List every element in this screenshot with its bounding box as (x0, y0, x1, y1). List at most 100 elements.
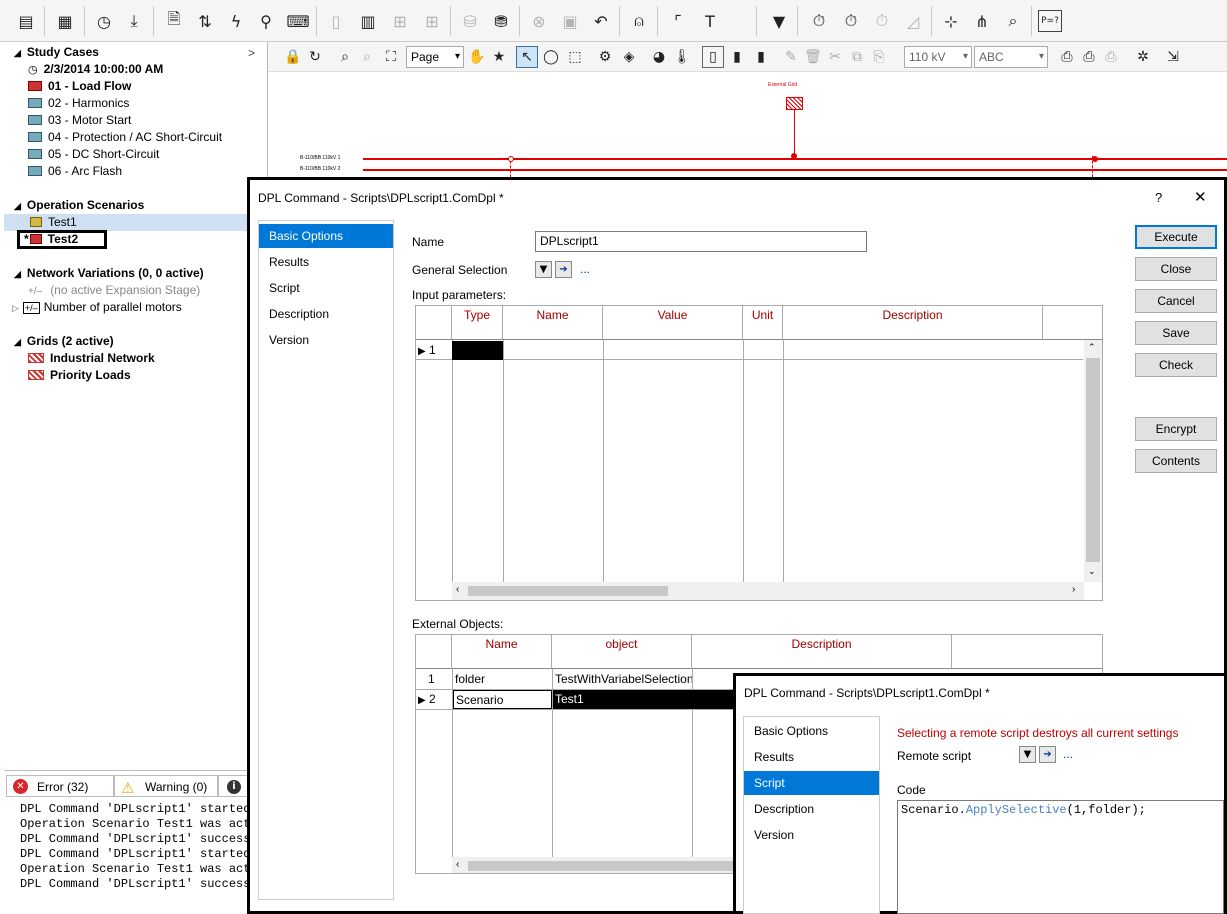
voltage-select[interactable]: 110 kV ▾ (904, 46, 972, 68)
more-button[interactable]: ... (1063, 747, 1073, 761)
zoom-in-icon[interactable]: ⌕ (334, 46, 356, 68)
undo-icon[interactable]: ↶ (587, 7, 615, 35)
lightning-icon[interactable]: ϟ (222, 7, 250, 35)
output-line[interactable]: iDPL Command 'DPLscript1' started (20, 802, 260, 817)
check-button[interactable]: Check (1135, 353, 1217, 377)
collapse-arrow-icon[interactable]: > (248, 46, 255, 60)
layers-icon[interactable]: ◈ (618, 46, 640, 68)
font-select[interactable]: ABC ▾ (974, 46, 1048, 68)
cut-icon[interactable]: ✂ (824, 46, 846, 68)
scroll-right-icon[interactable]: › (1072, 584, 1075, 595)
table-cell[interactable] (452, 341, 503, 360)
save-icon[interactable]: ⛃ (487, 7, 515, 35)
print-preview-icon[interactable]: ⎙ (1078, 46, 1100, 68)
tab-warnings[interactable]: ⚠ Warning (0) (114, 775, 218, 797)
nav-results[interactable]: Results (744, 745, 879, 769)
library-icon[interactable]: ▥ (354, 7, 382, 35)
pointer-icon[interactable]: ↖ (516, 46, 538, 68)
nav-version[interactable]: Version (259, 328, 393, 352)
text-icon[interactable]: T (696, 7, 724, 35)
scrollbar-thumb[interactable] (468, 586, 668, 596)
select-dropdown-icon[interactable]: ▼ (535, 261, 552, 278)
view-icon[interactable]: ▯ (702, 46, 724, 68)
export-icon[interactable]: ⇲ (1162, 46, 1184, 68)
refresh-icon[interactable]: ↻ (304, 46, 326, 68)
expanded-triangle-icon[interactable]: ◢ (14, 269, 21, 279)
tree-network-variations[interactable]: ◢ Network Variations (0, 0 active) (14, 265, 204, 282)
pencil-icon[interactable]: ✎ (780, 46, 802, 68)
select-dropdown-icon[interactable]: ▼ (1019, 746, 1036, 763)
settings-icon[interactable]: ⚙ (594, 46, 616, 68)
column-header[interactable]: Description (692, 635, 952, 669)
add-element-icon[interactable]: ⊹ (937, 7, 965, 35)
plus-doc-icon[interactable]: ⊞ (386, 7, 414, 35)
zoom-icon[interactable]: ⌕ (999, 7, 1027, 35)
more-button[interactable]: ... (580, 262, 590, 276)
cancel-button[interactable]: Cancel (1135, 289, 1217, 313)
nav-script[interactable]: Script (744, 771, 879, 795)
tree-case-item[interactable]: 04 - Protection / AC Short-Circuit (28, 129, 222, 146)
tree-case-item[interactable]: 03 - Motor Start (28, 112, 131, 129)
palette-icon[interactable]: ◕ (648, 46, 670, 68)
output-line[interactable]: iDPL Command 'DPLscript1' successfully e… (20, 877, 260, 892)
scrollbar-thumb[interactable] (1086, 358, 1100, 562)
delete-icon[interactable]: 🗑 (802, 46, 824, 68)
collapsed-triangle-icon[interactable]: ▷ (12, 303, 19, 313)
tree-parallel-motors[interactable]: ▷ +/– Number of parallel motors (12, 299, 182, 316)
tree-case-item[interactable]: 01 - Load Flow (28, 78, 131, 95)
view2-icon[interactable]: ▮ (726, 46, 748, 68)
tree-case-item[interactable]: 05 - DC Short-Circuit (28, 146, 159, 163)
calculator-icon[interactable]: ▣ (556, 7, 584, 35)
save-button[interactable]: Save (1135, 321, 1217, 345)
row-number[interactable]: ▶ 2 (416, 690, 452, 709)
zoom-out-icon[interactable]: ⌕ (356, 46, 378, 68)
input-params-table[interactable]: Type Name Value Unit Description ▶ 1 ⌃ ⌄… (415, 305, 1103, 601)
scroll-up-icon[interactable]: ⌃ (1088, 342, 1096, 353)
external-grid-symbol[interactable] (786, 97, 803, 110)
column-header[interactable]: Type (452, 306, 503, 340)
stopwatch-play-icon[interactable]: ⏱ (837, 7, 865, 35)
network-icon[interactable]: ✲ (1132, 46, 1154, 68)
fault-icon[interactable]: ⚲ (252, 7, 280, 35)
help-button[interactable]: ? (1155, 190, 1162, 205)
expanded-triangle-icon[interactable]: ◢ (14, 48, 21, 58)
column-header[interactable]: Name (503, 306, 603, 340)
name-field[interactable]: DPLscript1 (535, 231, 867, 252)
clock-icon[interactable]: ◷ (90, 7, 118, 35)
tree-case-item[interactable]: 02 - Harmonics (28, 95, 129, 112)
output-line[interactable]: iOperation Scenario Test1 was activated (20, 862, 260, 877)
tree-grids[interactable]: ◢ Grids (2 active) (14, 333, 114, 350)
column-header[interactable]: Unit (743, 306, 783, 340)
close-icon[interactable]: ✕ (1194, 188, 1207, 206)
tree-operation-scenarios[interactable]: ◢ Operation Scenarios (14, 197, 144, 214)
rect-select-icon[interactable]: ⬚ (564, 46, 586, 68)
plus-doc2-icon[interactable]: ⊞ (418, 7, 446, 35)
tree-case-item[interactable]: 06 - Arc Flash (28, 163, 122, 180)
output-line[interactable]: iDPL Command 'DPLscript1' started (20, 847, 260, 862)
copy-icon[interactable]: ⧉ (846, 46, 868, 68)
table-cell[interactable]: Scenario (453, 690, 552, 709)
page-zoom-select[interactable]: Page ▾ (406, 46, 464, 68)
doc-icon[interactable]: ▯ (322, 7, 350, 35)
close-button[interactable]: Close (1135, 257, 1217, 281)
horizontal-scrollbar[interactable]: ‹ › (452, 582, 1084, 600)
print-setup-icon[interactable]: ⎙ (1100, 46, 1122, 68)
database-icon[interactable]: ⛁ (456, 7, 484, 35)
table-icon[interactable]: ▦ (51, 7, 79, 35)
column-header[interactable]: object (552, 635, 692, 669)
tree-scenario-test1[interactable]: Test1 (4, 214, 248, 231)
nav-script[interactable]: Script (259, 276, 393, 300)
check-file-icon[interactable]: 🗎 (160, 7, 188, 35)
tree-grid-item[interactable]: Priority Loads (28, 367, 131, 384)
zoom-fit-icon[interactable]: ⛶ (380, 46, 402, 68)
arrows-icon[interactable]: ⇅ (191, 7, 219, 35)
execute-button[interactable]: Execute (1135, 225, 1217, 249)
column-header[interactable]: Value (603, 306, 743, 340)
network-add-icon[interactable]: ⋔ (968, 7, 996, 35)
select-icon[interactable]: ⌜ (664, 7, 692, 35)
output-line[interactable]: iOperation Scenario Test1 was activated (20, 817, 260, 832)
table-cell[interactable]: TestWithVariabelSelection (553, 670, 692, 689)
row-number[interactable]: ▶ 1 (416, 341, 452, 360)
tree-study-time[interactable]: ◷ 2/3/2014 10:00:00 AM (28, 61, 163, 78)
code-editor[interactable]: Scenario.ApplySelective(1,folder); (897, 800, 1224, 914)
